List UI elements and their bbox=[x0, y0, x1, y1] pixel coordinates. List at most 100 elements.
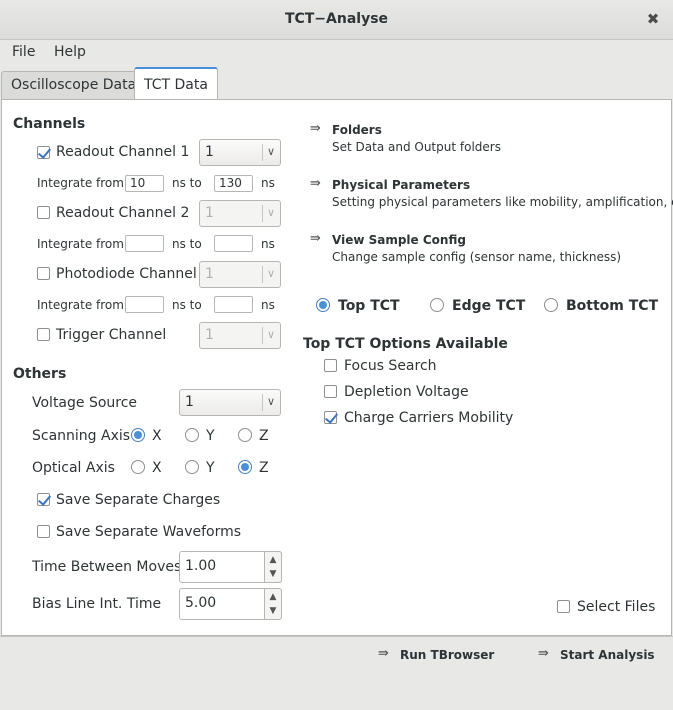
chevron-down-icon: ∨ bbox=[266, 395, 276, 408]
ns-unit-label-2: ns bbox=[261, 237, 275, 251]
ns-unit-label-3: ns bbox=[261, 298, 275, 312]
top-tct-radio[interactable] bbox=[316, 298, 330, 312]
view-sample-config-description: Change sample config (sensor name, thick… bbox=[332, 250, 622, 264]
top-tct-label: Top TCT bbox=[338, 298, 400, 314]
scanning-axis-label: Scanning Axis bbox=[32, 428, 131, 444]
view-sample-config-link[interactable]: View Sample Config bbox=[332, 233, 466, 247]
photodiode-channel-combo[interactable]: 1 ∨ bbox=[199, 261, 281, 288]
physical-parameters-description: Setting physical parameters like mobilit… bbox=[332, 195, 673, 209]
optical-axis-label: Optical Axis bbox=[32, 460, 115, 476]
chevron-down-icon: ∨ bbox=[266, 328, 276, 341]
combo-separator bbox=[262, 394, 263, 411]
charge-carriers-mobility-label: Charge Carriers Mobility bbox=[344, 410, 514, 426]
combo-separator bbox=[262, 266, 263, 283]
integrate-to-field-1[interactable]: 130 bbox=[214, 175, 253, 192]
optical-axis-y-radio[interactable] bbox=[185, 460, 199, 474]
others-heading: Others bbox=[13, 366, 67, 382]
menu-file[interactable]: File bbox=[12, 44, 35, 60]
view-sample-config-arrow-icon[interactable]: ⇛ bbox=[310, 231, 330, 247]
optical-axis-z-radio[interactable] bbox=[238, 460, 252, 474]
combo-value: 1 bbox=[185, 394, 194, 410]
voltage-source-label: Voltage Source bbox=[32, 395, 138, 411]
channels-heading: Channels bbox=[13, 116, 86, 132]
bias-line-spinner[interactable]: 5.00 ▲ ▼ bbox=[179, 588, 282, 620]
save-waveforms-label: Save Separate Waveforms bbox=[56, 524, 242, 540]
focus-search-checkbox[interactable] bbox=[324, 359, 337, 372]
scanning-axis-x-radio[interactable] bbox=[131, 428, 145, 442]
optical-axis-z-label: Z bbox=[259, 460, 269, 476]
integrate-from-label-1: Integrate from bbox=[37, 176, 124, 190]
scanning-axis-x-label: X bbox=[152, 428, 162, 444]
close-icon[interactable]: ✖ bbox=[644, 9, 662, 29]
readout-channel-2-combo[interactable]: 1 ∨ bbox=[199, 200, 281, 227]
combo-separator bbox=[262, 205, 263, 222]
optical-axis-x-label: X bbox=[152, 460, 162, 476]
physical-parameters-link[interactable]: Physical Parameters bbox=[332, 178, 470, 192]
integrate-from-label-3: Integrate from bbox=[37, 298, 124, 312]
focus-search-label: Focus Search bbox=[344, 358, 437, 374]
menu-help[interactable]: Help bbox=[54, 44, 86, 60]
scanning-axis-z-radio[interactable] bbox=[238, 428, 252, 442]
physical-parameters-arrow-icon[interactable]: ⇛ bbox=[310, 176, 330, 192]
run-tbrowser-button[interactable]: Run TBrowser bbox=[400, 648, 494, 662]
ns-unit-label-1: ns bbox=[261, 176, 275, 190]
start-analysis-button[interactable]: Start Analysis bbox=[560, 648, 655, 662]
tab-oscilloscope-data[interactable]: Oscilloscope Data bbox=[1, 71, 147, 99]
ns-to-label-3: ns to bbox=[172, 298, 202, 312]
time-between-moves-spinner[interactable]: 1.00 ▲ ▼ bbox=[179, 551, 282, 583]
readout-channel-2-checkbox[interactable] bbox=[37, 206, 50, 219]
folders-link[interactable]: Folders bbox=[332, 123, 382, 137]
combo-separator bbox=[262, 327, 263, 344]
select-files-label: Select Files bbox=[577, 599, 656, 615]
trigger-channel-label: Trigger Channel bbox=[56, 327, 167, 343]
tab-tct-data[interactable]: TCT Data bbox=[134, 67, 218, 99]
readout-channel-1-label: Readout Channel 1 bbox=[56, 144, 190, 160]
spin-up-icon[interactable]: ▲ bbox=[265, 553, 281, 567]
spin-up-icon[interactable]: ▲ bbox=[265, 590, 281, 604]
readout-channel-1-checkbox[interactable] bbox=[37, 146, 50, 159]
readout-channel-1-combo[interactable]: 1 ∨ bbox=[199, 139, 281, 166]
save-charges-label: Save Separate Charges bbox=[56, 492, 221, 508]
voltage-source-combo[interactable]: 1 ∨ bbox=[179, 389, 281, 416]
depletion-voltage-checkbox[interactable] bbox=[324, 385, 337, 398]
trigger-channel-combo[interactable]: 1 ∨ bbox=[199, 322, 281, 349]
integrate-from-field-2[interactable] bbox=[125, 235, 164, 252]
combo-value: 1 bbox=[205, 144, 214, 160]
ns-to-label-2: ns to bbox=[172, 237, 202, 251]
scanning-axis-y-label: Y bbox=[206, 428, 215, 444]
save-waveforms-checkbox[interactable] bbox=[37, 525, 50, 538]
edge-tct-radio[interactable] bbox=[430, 298, 444, 312]
time-between-moves-label: Time Between Moves bbox=[32, 559, 182, 575]
integrate-from-field-3[interactable] bbox=[125, 296, 164, 313]
chevron-down-icon: ∨ bbox=[266, 145, 276, 158]
folders-description: Set Data and Output folders bbox=[332, 140, 501, 154]
depletion-voltage-label: Depletion Voltage bbox=[344, 384, 469, 400]
integrate-to-field-2[interactable] bbox=[214, 235, 253, 252]
select-files-checkbox[interactable] bbox=[557, 600, 570, 613]
start-analysis-arrow-icon[interactable]: ⇛ bbox=[538, 646, 558, 662]
save-charges-checkbox[interactable] bbox=[37, 493, 50, 506]
spinner-arrows: ▲ ▼ bbox=[264, 588, 282, 620]
integrate-to-field-3[interactable] bbox=[214, 296, 253, 313]
folders-arrow-icon[interactable]: ⇛ bbox=[310, 121, 330, 137]
combo-value: 1 bbox=[205, 266, 214, 282]
chevron-down-icon: ∨ bbox=[266, 267, 276, 280]
charge-carriers-mobility-checkbox[interactable] bbox=[324, 411, 337, 424]
bottom-tct-radio[interactable] bbox=[544, 298, 558, 312]
scanning-axis-z-label: Z bbox=[259, 428, 269, 444]
integrate-from-label-2: Integrate from bbox=[37, 237, 124, 251]
tct-options-heading: Top TCT Options Available bbox=[303, 336, 508, 352]
scanning-axis-y-radio[interactable] bbox=[185, 428, 199, 442]
optical-axis-x-radio[interactable] bbox=[131, 460, 145, 474]
chevron-down-icon: ∨ bbox=[266, 206, 276, 219]
trigger-channel-checkbox[interactable] bbox=[37, 328, 50, 341]
edge-tct-label: Edge TCT bbox=[452, 298, 526, 314]
photodiode-channel-checkbox[interactable] bbox=[37, 267, 50, 280]
spin-down-icon[interactable]: ▼ bbox=[265, 604, 281, 618]
integrate-from-field-1[interactable]: 10 bbox=[125, 175, 164, 192]
readout-channel-2-label: Readout Channel 2 bbox=[56, 205, 190, 221]
combo-value: 1 bbox=[205, 205, 214, 221]
run-tbrowser-arrow-icon[interactable]: ⇛ bbox=[378, 646, 398, 662]
menu-bar bbox=[0, 40, 673, 67]
spin-down-icon[interactable]: ▼ bbox=[265, 567, 281, 581]
